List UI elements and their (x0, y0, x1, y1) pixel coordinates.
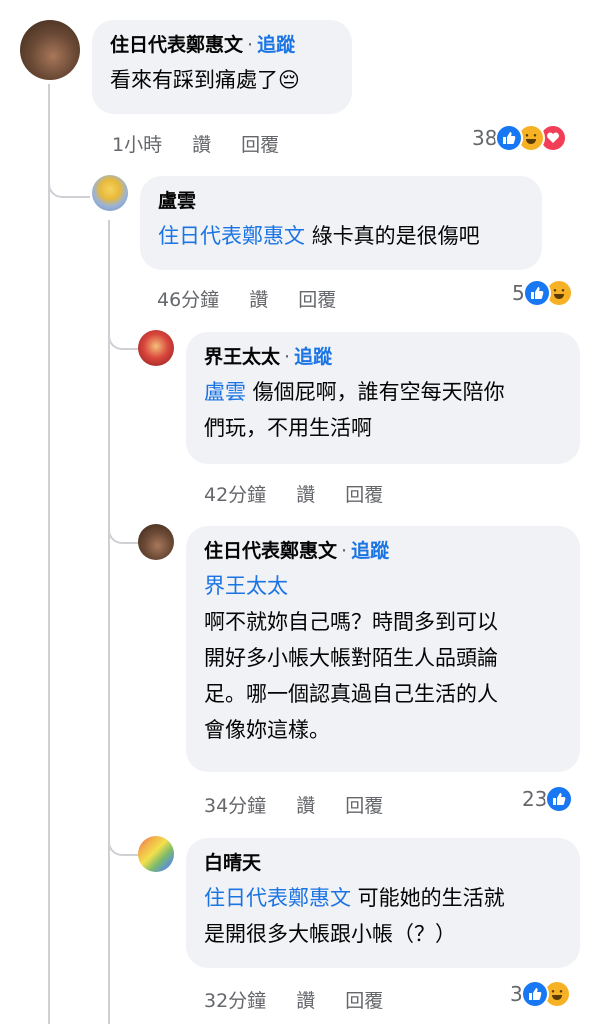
separator-dot: · (284, 346, 291, 368)
reply-button[interactable]: 回覆 (345, 795, 383, 817)
like-icon (520, 980, 549, 1008)
reaction-summary[interactable]: 5 (512, 279, 573, 307)
author-name[interactable]: 住日代表鄭惠文 (204, 540, 337, 562)
thread-connector (108, 516, 140, 544)
mention-link[interactable]: 盧雲 (204, 380, 246, 404)
follow-button[interactable]: 追蹤 (351, 540, 389, 562)
comment-actions: 34分鐘 讚 回覆 (204, 791, 413, 818)
avatar[interactable] (20, 20, 80, 80)
timestamp[interactable]: 32分鐘 (204, 990, 266, 1012)
mention-link[interactable]: 住日代表鄭惠文 (204, 886, 351, 910)
comment-text-line: 開好多小帳大帳對陌生人品頭論 (204, 646, 498, 670)
comment-actions: 42分鐘 讚 回覆 (204, 480, 413, 507)
comment-header: 界王太太 · 追蹤 (204, 344, 562, 370)
comment-bubble: 白晴天 住日代表鄭惠文 可能她的生活就 是開很多大帳跟小帳（？） (186, 838, 580, 968)
reaction-count: 38 (472, 126, 498, 150)
comment-text-line: 們玩，不用生活啊 (204, 416, 372, 440)
comment-header: 盧雲 (158, 188, 524, 214)
reply-button[interactable]: 回覆 (345, 484, 383, 506)
comment-text: 住日代表鄭惠文 綠卡真的是很傷吧 (158, 218, 524, 254)
like-icon (495, 124, 524, 152)
comment-text-line: 是開很多大帳跟小帳（？） (204, 922, 456, 946)
timestamp[interactable]: 46分鐘 (157, 289, 219, 311)
reply-button[interactable]: 回覆 (298, 289, 336, 311)
like-button[interactable]: 讚 (296, 990, 315, 1012)
comment-actions: 32分鐘 讚 回覆 (204, 986, 413, 1013)
separator-dot: · (341, 540, 348, 562)
author-name[interactable]: 住日代表鄭惠文 (110, 34, 243, 56)
reaction-summary[interactable]: 23 (522, 785, 574, 813)
follow-button[interactable]: 追蹤 (294, 346, 332, 368)
reply-button[interactable]: 回覆 (345, 990, 383, 1012)
mention-link[interactable]: 住日代表鄭惠文 (158, 224, 305, 248)
comment-header: 住日代表鄭惠文 · 追蹤 (204, 538, 562, 564)
comment-text: 住日代表鄭惠文 可能她的生活就 是開很多大帳跟小帳（？） (204, 880, 562, 952)
comment-text-line: 啊不就妳自己嗎？時間多到可以 (204, 610, 498, 634)
like-button[interactable]: 讚 (296, 484, 315, 506)
follow-button[interactable]: 追蹤 (257, 34, 295, 56)
like-button[interactable]: 讚 (249, 289, 268, 311)
thread-connector (48, 170, 90, 198)
avatar[interactable] (138, 524, 174, 560)
timestamp[interactable]: 34分鐘 (204, 795, 266, 817)
comment-bubble: 盧雲 住日代表鄭惠文 綠卡真的是很傷吧 (140, 176, 542, 270)
comment-text: 盧雲 傷個屁啊，誰有空每天陪你 們玩，不用生活啊 (204, 374, 562, 446)
like-button[interactable]: 讚 (192, 134, 211, 156)
timestamp[interactable]: 42分鐘 (204, 484, 266, 506)
comment-header: 白晴天 (204, 850, 562, 876)
avatar[interactable] (138, 330, 174, 366)
thread-line-main (48, 84, 50, 1024)
comment-text-line: 可能她的生活就 (351, 886, 505, 910)
comment-text: 界王太太 啊不就妳自己嗎？時間多到可以 開好多小帳大帳對陌生人品頭論 足。哪一個… (204, 568, 562, 748)
avatar[interactable] (138, 836, 174, 872)
author-name[interactable]: 盧雲 (158, 190, 196, 212)
thread-connector (108, 828, 140, 856)
reaction-count: 23 (522, 787, 548, 811)
like-icon (545, 785, 574, 813)
author-name[interactable]: 白晴天 (204, 852, 261, 874)
comment-header: 住日代表鄭惠文 · 追蹤 (110, 32, 334, 58)
separator-dot: · (247, 34, 254, 56)
reaction-summary[interactable]: 3 (510, 980, 571, 1008)
reaction-summary[interactable]: 38 (472, 124, 568, 152)
reply-button[interactable]: 回覆 (241, 134, 279, 156)
author-name[interactable]: 界王太太 (204, 346, 280, 368)
comment-bubble: 界王太太 · 追蹤 盧雲 傷個屁啊，誰有空每天陪你 們玩，不用生活啊 (186, 332, 580, 464)
comment-actions: 1小時 讚 回覆 (112, 130, 309, 157)
like-icon (522, 279, 551, 307)
thread-connector (108, 322, 140, 350)
like-button[interactable]: 讚 (296, 795, 315, 817)
avatar[interactable] (92, 175, 128, 211)
comment-bubble: 住日代表鄭惠文 · 追蹤 界王太太 啊不就妳自己嗎？時間多到可以 開好多小帳大帳對陌… (186, 526, 580, 772)
comment-text-line: 會像妳這樣。 (204, 718, 330, 742)
mention-link[interactable]: 界王太太 (204, 568, 562, 604)
comment-bubble: 住日代表鄭惠文 · 追蹤 看來有踩到痛處了😔 (92, 20, 352, 114)
timestamp[interactable]: 1小時 (112, 134, 162, 156)
comment-text-body: 綠卡真的是很傷吧 (305, 224, 480, 248)
comment-text-line: 傷個屁啊，誰有空每天陪你 (246, 380, 505, 404)
comment-text: 看來有踩到痛處了😔 (110, 68, 300, 92)
comment-text-line: 足。哪一個認真過自己生活的人 (204, 682, 498, 706)
comment-actions: 46分鐘 讚 回覆 (157, 285, 366, 312)
